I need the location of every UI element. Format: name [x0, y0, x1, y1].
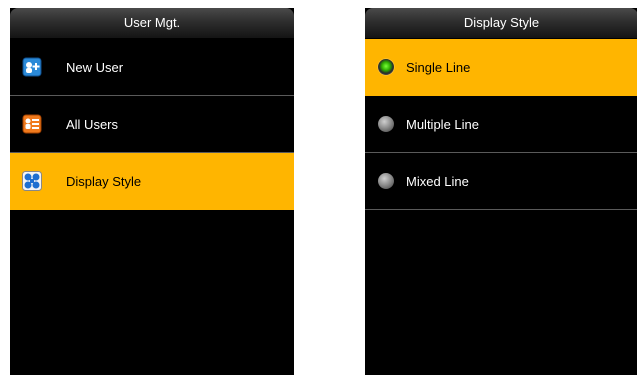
add-user-icon: [22, 57, 42, 77]
option-label: Multiple Line: [406, 116, 479, 132]
radio-unselected-icon[interactable]: [378, 173, 394, 189]
option-label: Single Line: [406, 59, 471, 75]
screen-title: User Mgt.: [10, 8, 294, 39]
radio-selected-icon[interactable]: [378, 59, 394, 75]
display-style-icon: [22, 171, 42, 191]
option-single-line[interactable]: Single Line: [365, 39, 637, 96]
display-style-screen: Display Style Single Line Multiple Line …: [365, 8, 637, 375]
menu-item-label: All Users: [66, 116, 119, 132]
option-mixed-line[interactable]: Mixed Line: [365, 153, 637, 210]
option-multiple-line[interactable]: Multiple Line: [365, 96, 637, 153]
user-list-icon: [22, 114, 42, 134]
menu-item-label: New User: [66, 59, 124, 75]
option-label: Mixed Line: [406, 173, 469, 189]
user-mgt-screen: User Mgt. New User All Users Display Sty…: [10, 8, 294, 375]
menu-item-display-style[interactable]: Display Style: [10, 153, 294, 210]
screen-title: Display Style: [365, 8, 637, 39]
menu-item-label: Display Style: [66, 173, 142, 189]
menu-item-new-user[interactable]: New User: [10, 39, 294, 96]
radio-unselected-icon[interactable]: [378, 116, 394, 132]
menu-item-all-users[interactable]: All Users: [10, 96, 294, 153]
